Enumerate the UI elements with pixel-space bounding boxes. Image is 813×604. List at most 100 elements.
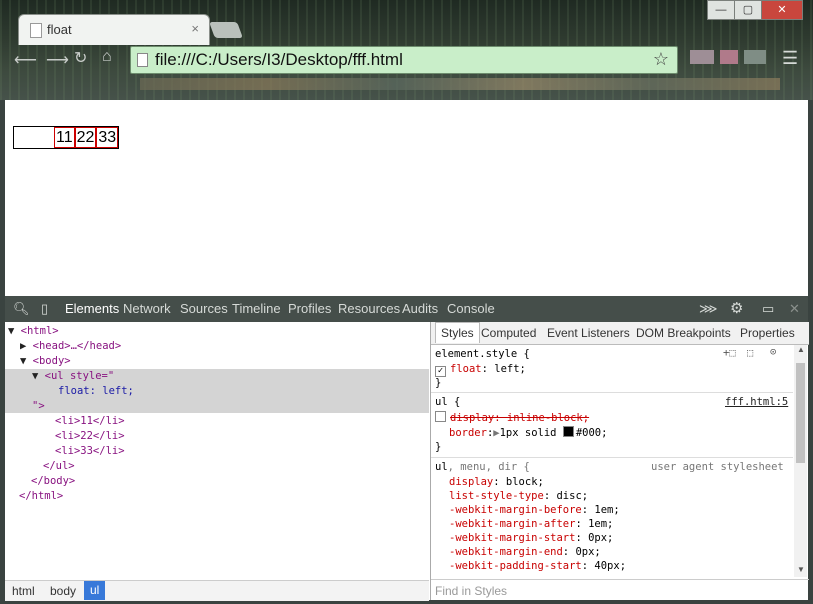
dom-node-html-close[interactable]: </html> [19,490,63,502]
page-viewport: 11 22 33 [5,100,808,296]
tab-console[interactable]: Console [447,301,495,316]
element-style-section: element.style { +⬚ ⬚ ⊙ ✓ float: left; } [431,345,793,393]
expand-arrow-icon[interactable]: ▼ [32,370,38,382]
animation-icon[interactable]: ⊙ [770,346,776,358]
tab-dom-breakpoints[interactable]: DOM Breakpoints [636,326,731,340]
tab-resources[interactable]: Resources [338,301,400,316]
tab-event-listeners[interactable]: Event Listeners [547,326,630,340]
styles-pane: Styles Computed Event Listeners DOM Brea… [430,322,809,600]
property-checkbox[interactable]: ✓ [435,366,446,377]
ua-property-row: list-style-type: disc; [449,490,589,502]
dom-node-head[interactable]: ▶ <head>…</head> [20,340,121,352]
find-in-styles-input[interactable]: Find in Styles [431,579,809,601]
dom-tree: ▼ <html> ▶ <head>…</head> ▼ <body> ▼ <ul… [5,322,429,580]
page-icon [137,53,148,67]
forward-arrow-icon[interactable]: ⟶ [46,50,69,70]
breadcrumb: html body ul [5,580,429,601]
close-window-button[interactable]: ✕ [761,0,803,20]
element-style-selector: element.style { [435,348,530,360]
tab-properties[interactable]: Properties [740,326,795,340]
property-checkbox[interactable] [435,411,446,422]
style-property-row: ✓ float: left; [435,363,526,377]
extension-icon[interactable] [720,50,738,64]
element-state-icon[interactable]: ⬚ [747,347,753,359]
color-swatch[interactable] [562,426,574,437]
scroll-down-icon[interactable]: ▼ [797,565,805,574]
dom-node-li[interactable]: <li>33</li> [55,445,125,457]
hamburger-menu-icon[interactable]: ☰ [782,48,798,69]
devtools-toolbar: 🔍︎ ▯ Elements Network Sources Timeline P… [5,296,808,322]
styles-scrollbar[interactable]: ▲ ▼ [794,345,807,577]
collapse-arrow-icon[interactable]: ▶ [20,340,26,352]
dom-attr-style-value[interactable]: float: left; [58,385,134,397]
dom-attr-close: "> [32,400,45,412]
page-favicon-icon [30,23,42,38]
ul-rule-section: ul { fff.html:5 display: inline-block; b… [431,393,793,458]
bookmark-star-icon[interactable]: ☆ [653,49,669,70]
browser-tab[interactable]: float × [18,14,210,45]
rule-close-brace: } [435,377,442,389]
dom-node-body-close[interactable]: </body> [31,475,75,487]
tab-audits[interactable]: Audits [402,301,438,316]
tab-elements[interactable]: Elements [65,301,119,316]
dom-node-ul[interactable]: ▼ <ul style=" [32,370,114,382]
device-mode-icon[interactable]: ▯ [41,301,48,317]
ua-rule-selector: ul, menu, dir { [435,461,530,473]
extension-icon[interactable] [690,50,714,64]
new-style-rule-icon[interactable]: +⬚ [723,347,736,359]
ua-property-row: -webkit-margin-end: 0px; [449,546,601,558]
ua-stylesheet-label: user agent stylesheet [651,461,784,473]
tab-network[interactable]: Network [123,301,171,316]
scroll-up-icon[interactable]: ▲ [797,345,805,354]
rule-source-link[interactable]: fff.html:5 [725,396,788,408]
home-icon[interactable]: ⌂ [102,48,112,66]
tab-close-icon[interactable]: × [191,21,199,36]
tab-sources[interactable]: Sources [180,301,228,316]
ua-property-row: -webkit-margin-before: 1em; [449,504,620,516]
devtools-panel: 🔍︎ ▯ Elements Network Sources Timeline P… [5,296,809,601]
ua-property-row: -webkit-margin-after: 1em; [449,518,614,530]
dom-node-li[interactable]: <li>11</li> [55,415,125,427]
list-item: 33 [96,127,119,148]
tab-timeline[interactable]: Timeline [232,301,281,316]
scrollbar-thumb[interactable] [796,363,805,463]
tab-computed[interactable]: Computed [481,326,536,340]
styles-tabs: Styles Computed Event Listeners DOM Brea… [431,322,809,345]
window-controls: — ▢ ✕ [707,0,803,20]
ua-property-row: -webkit-padding-start: 40px; [449,560,627,572]
console-drawer-icon[interactable]: ⋙ [699,301,718,317]
breadcrumb-body[interactable]: body [50,584,76,598]
search-icon[interactable]: 🔍︎ [13,301,30,317]
dom-node-body[interactable]: ▼ <body> [20,355,71,367]
breadcrumb-ul[interactable]: ul [84,581,106,600]
styles-rules: element.style { +⬚ ⬚ ⊙ ✓ float: left; } u… [431,345,793,577]
style-property-row: border:▶1px solid #000; [449,426,608,439]
gear-icon[interactable]: ⚙ [730,299,743,317]
tab-styles[interactable]: Styles [435,322,480,343]
page-list: 11 22 33 [13,126,120,149]
new-tab-button[interactable] [209,22,243,38]
list-item: 11 [54,127,75,148]
maximize-button[interactable]: ▢ [734,0,762,20]
bookmarks-bar [140,78,780,90]
address-bar[interactable]: file:///C:/Users/I3/Desktop/fff.html ☆ [130,46,678,74]
expand-arrow-icon[interactable]: ▼ [20,355,26,367]
url-text: file:///C:/Users/I3/Desktop/fff.html [155,50,403,69]
tab-profiles[interactable]: Profiles [288,301,331,316]
ua-property-row: -webkit-margin-start: 0px; [449,532,614,544]
dom-node-li[interactable]: <li>22</li> [55,430,125,442]
close-icon[interactable]: ✕ [789,301,800,317]
dom-node-ul-close[interactable]: </ul> [43,460,75,472]
breadcrumb-html[interactable]: html [12,584,35,598]
reload-icon[interactable]: ↻ [74,48,87,68]
ua-property-row: display: block; [449,476,544,488]
dom-node-html[interactable]: ▼ <html> [8,325,59,337]
dock-side-icon[interactable]: ▭ [762,301,774,317]
ul-rule-selector: ul { [435,396,461,408]
expand-arrow-icon[interactable]: ▼ [8,325,14,337]
list-item: 22 [74,127,97,148]
style-property-row: display: inline-block; [435,411,589,424]
minimize-button[interactable]: — [707,0,735,20]
extension-icon[interactable] [744,50,766,64]
back-arrow-icon[interactable]: ⟵ [14,50,37,70]
